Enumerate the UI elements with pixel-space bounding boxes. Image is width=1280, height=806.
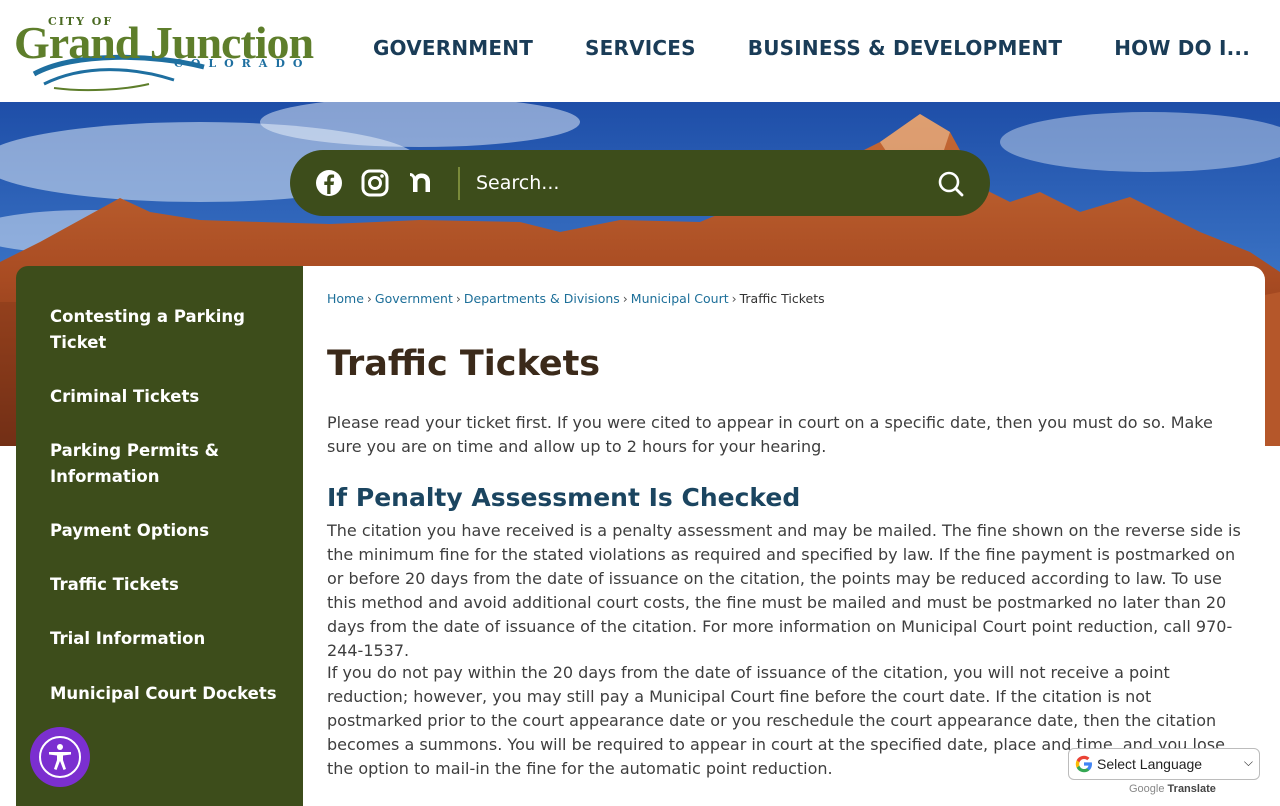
breadcrumb-current: Traffic Tickets [739,291,825,306]
language-select[interactable]: Select Language ⌵ [1068,748,1260,780]
search-icon[interactable] [936,169,966,199]
breadcrumb-departments[interactable]: Departments & Divisions [464,291,620,306]
chevron-down-icon: ⌵ [1243,755,1253,769]
sidebar-item-traffic-tickets[interactable]: Traffic Tickets [50,572,270,598]
logo-state: COLORADO [174,57,311,70]
sidebar-nav: Contesting a Parking Ticket Criminal Tic… [16,266,303,806]
nextdoor-icon[interactable] [406,168,436,198]
nav-government[interactable]: GOVERNMENT [373,36,533,60]
sidebar-item-trial-information[interactable]: Trial Information [50,626,270,652]
sidebar-item-criminal-tickets[interactable]: Criminal Tickets [50,384,270,410]
language-select-label: Select Language [1097,756,1203,772]
sidebar-item-contesting-parking-ticket[interactable]: Contesting a Parking Ticket [50,304,270,356]
site-header: CITY OF Grand Junction COLORADO GOVERNME… [0,0,1280,102]
main-content: Home › Government › Departments & Divisions ›… [303,266,1265,806]
penalty-paragraph: The citation you have received is a pena… [327,521,1241,660]
sidebar-item-municipal-court-dockets[interactable]: Municipal Court Dockets [50,681,290,707]
breadcrumb-separator: › [622,291,628,306]
powered-by-google-translate[interactable]: Google Translate [1129,783,1216,795]
search-bar [290,150,990,216]
breadcrumb-home[interactable]: Home [327,291,364,306]
main-navigation: GOVERNMENT SERVICES BUSINESS & DEVELOPME… [321,36,1250,60]
city-logo[interactable]: CITY OF Grand Junction COLORADO [14,12,344,92]
breadcrumb-separator: › [455,291,461,306]
google-wordmark: Google [1129,783,1165,795]
breadcrumb-municipal-court[interactable]: Municipal Court [631,291,729,306]
google-g-icon [1075,755,1092,773]
section-heading: If Penalty Assessment Is Checked [327,483,801,512]
accessibility-icon [39,736,81,778]
breadcrumb-government[interactable]: Government [375,291,453,306]
search-input[interactable] [476,164,916,202]
nav-business-development[interactable]: BUSINESS & DEVELOPMENT [748,36,1062,60]
sidebar-item-parking-permits[interactable]: Parking Permits & Information [50,438,270,490]
instagram-icon[interactable] [360,168,390,198]
intro-paragraph: Please read your ticket first. If you we… [327,413,1213,456]
search-divider [458,167,460,200]
breadcrumb: Home › Government › Departments & Divisions ›… [327,291,825,306]
translate-wordmark: Translate [1167,783,1216,795]
breadcrumb-separator: › [731,291,737,306]
nav-how-do-i[interactable]: HOW DO I... [1114,36,1250,60]
page-title: Traffic Tickets [327,344,601,384]
sidebar-item-payment-options[interactable]: Payment Options [50,518,270,544]
accessibility-button[interactable] [30,727,90,787]
nav-services[interactable]: SERVICES [585,36,696,60]
facebook-icon[interactable] [314,168,344,198]
breadcrumb-separator: › [366,291,372,306]
